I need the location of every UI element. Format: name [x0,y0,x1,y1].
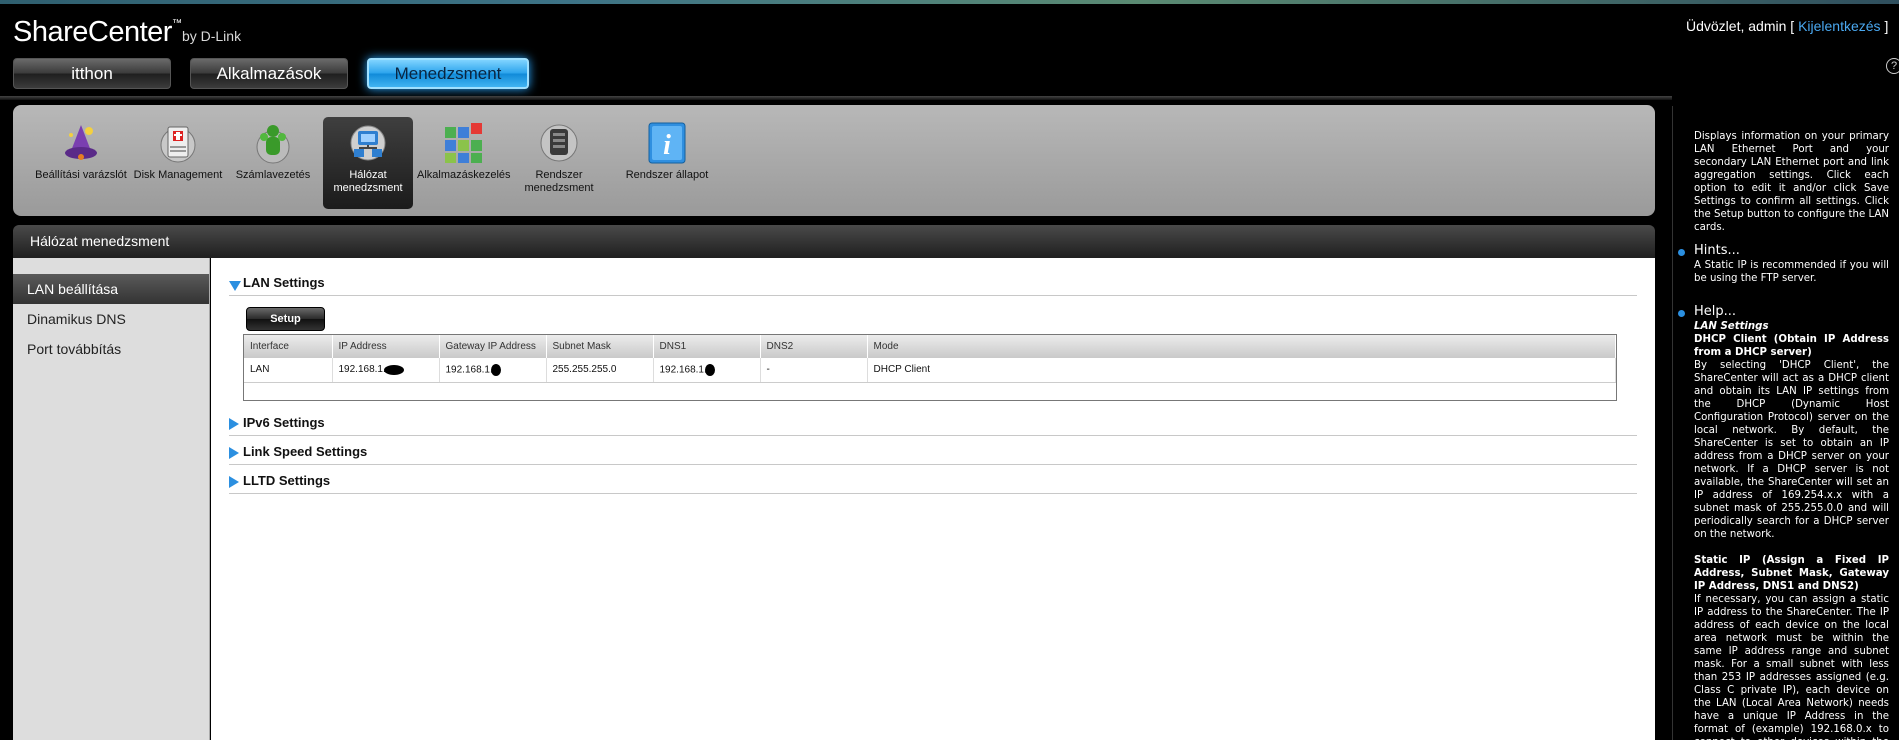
section-link-speed-settings[interactable]: Link Speed Settings [229,443,1637,465]
col-ip: IP Address [332,335,440,358]
toolbar-system[interactable]: Rendszer menedzsment [513,117,605,209]
wizard-icon [59,121,103,165]
tab-itthon[interactable]: itthon [13,58,171,89]
panel-title: Hálózat menedzsment [13,225,1655,258]
header: ShareCenter™by D-Link Üdvözlet, admin [ … [0,4,1899,96]
logout-link[interactable]: Kijelentkezés [1798,18,1881,34]
tab-alkalmazasok[interactable]: Alkalmazások [190,58,348,89]
sidebar-item-port-forwarding[interactable]: Port továbbítás [13,334,209,364]
tab-menedzsment[interactable]: Menedzsment [367,58,529,89]
col-dns2: DNS2 [760,335,868,358]
toolbar-system-label: Rendszer menedzsment [524,169,594,194]
section-link-speed-title: Link Speed Settings [243,444,368,459]
toolbar-status-label: Rendszer állapot [625,169,709,181]
toolbar-apps[interactable]: Alkalmazáskezelés [417,117,511,209]
hints-text: A Static IP is recommended if you will b… [1694,260,1889,284]
welcome-suffix: ] [1884,18,1889,34]
help-pane: Displays information on your primary LAN… [1672,106,1899,740]
toolbar-account[interactable]: Számlavezetés [227,117,319,209]
section-ipv6-title: IPv6 Settings [243,415,325,430]
welcome-text: Üdvözlet, admin [ Kijelentkezés ] [1686,18,1888,34]
toolbar-account-label: Számlavezetés [235,169,311,181]
toolbar-apps-label: Alkalmazáskezelés [417,169,511,181]
col-subnet: Subnet Mask [546,335,654,358]
col-mode: Mode [867,335,1616,358]
network-icon [346,121,390,165]
sidebar-item-ddns[interactable]: Dinamikus DNS [13,304,209,334]
help-heading: Help... [1674,305,1889,318]
help-intro: Displays information on your primary LAN… [1694,131,1889,233]
toolbar-network[interactable]: Hálózat menedzsment [323,117,413,209]
help-lan-settings: LAN Settings [1694,321,1769,332]
section-lltd-settings[interactable]: LLTD Settings [229,472,1637,494]
lan-table-header: Interface IP Address Gateway IP Address … [244,335,1616,358]
table-row-empty [244,382,1616,398]
system-icon [537,121,581,165]
table-row[interactable]: LAN 192.168.1. 192.168.1. 255.255.255.0 … [244,358,1616,383]
info-icon: i [645,121,689,165]
toolbar-disk[interactable]: Disk Management [132,117,224,209]
sharecenter-logo: ShareCenter™by D-Link [13,16,241,49]
main-content: LAN Settings Setup Interface IP Address … [211,258,1655,740]
apps-icon [441,121,485,165]
hints-heading: Hints... [1674,244,1889,257]
help-dhcp-text: By selecting 'DHCP Client', the ShareCen… [1694,360,1889,540]
management-toolbar: Beállítási varázslót Disk Management Szá… [13,105,1655,216]
cell-ip: 192.168.1. [332,358,440,383]
cell-dns1: 192.168.1. [653,358,761,383]
toolbar-disk-label: Disk Management [133,169,223,181]
logo-by: by D-Link [181,28,242,44]
cell-ip-text: 192.168.1. [338,364,386,376]
expand-right-icon [229,418,239,430]
help-icon[interactable]: ? [1886,58,1899,74]
help-static-text: If necessary, you can assign a static IP… [1694,594,1889,740]
logo-tm: ™ [171,18,182,29]
cell-gateway: 192.168.1. [439,358,547,383]
cell-subnet: 255.255.255.0 [546,358,654,383]
toolbar-network-label: Hálózat menedzsment [333,169,403,194]
logo-main: ShareCenter [13,16,172,48]
svg-text:i: i [663,130,671,161]
col-gateway: Gateway IP Address [439,335,547,358]
section-lan-settings[interactable]: LAN Settings [229,274,1637,296]
cell-mode: DHCP Client [867,358,1616,383]
account-icon [251,121,295,165]
lan-table: Interface IP Address Gateway IP Address … [243,334,1617,401]
section-lan-title: LAN Settings [243,275,325,290]
toolbar-wizard-label: Beállítási varázslót [35,169,127,181]
welcome-prefix: Üdvözlet, admin [ [1686,18,1795,34]
cell-dns2: - [760,358,868,383]
expand-down-icon [229,281,241,291]
redaction-mark [704,363,715,376]
cell-interface: LAN [244,358,333,383]
disk-icon [156,121,200,165]
col-interface: Interface [244,335,333,358]
cell-dns1-text: 192.168.1. [659,364,707,376]
setup-button[interactable]: Setup [246,307,325,331]
redaction-mark [490,363,501,376]
col-dns1: DNS1 [653,335,761,358]
sidebar: LAN beállítása Dinamikus DNS Port tovább… [13,258,210,740]
toolbar-status[interactable]: i Rendszer állapot [607,117,727,209]
section-lltd-title: LLTD Settings [243,473,331,488]
cell-gateway-text: 192.168.1. [445,364,493,376]
expand-right-icon [229,476,239,488]
redaction-mark [383,364,404,375]
toolbar-wizard[interactable]: Beállítási varázslót [35,117,127,209]
header-divider [0,96,1672,100]
expand-right-icon [229,447,239,459]
help-static-title: Static IP (Assign a Fixed IP Address, Su… [1694,555,1889,592]
sidebar-item-lan[interactable]: LAN beállítása [13,274,209,304]
help-dhcp-title: DHCP Client (Obtain IP Address from a DH… [1694,334,1889,358]
section-ipv6-settings[interactable]: IPv6 Settings [229,414,1637,436]
app-window: ShareCenter™by D-Link Üdvözlet, admin [ … [0,0,1899,740]
